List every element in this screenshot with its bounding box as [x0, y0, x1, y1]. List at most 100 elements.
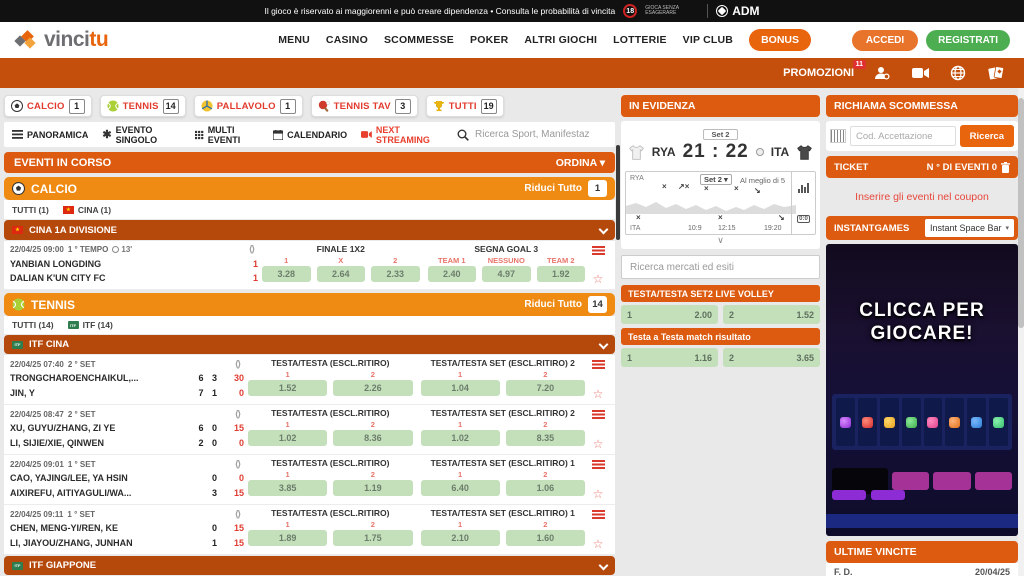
- odd-button[interactable]: 2.40: [428, 266, 477, 282]
- accedi-button[interactable]: ACCEDI: [852, 30, 918, 51]
- odd-button[interactable]: 1.75: [333, 530, 412, 546]
- odd-button[interactable]: 1.92: [537, 266, 586, 282]
- games-cards-icon[interactable]: [986, 65, 1006, 81]
- outcome-button[interactable]: 23.65: [723, 348, 820, 367]
- odd-button[interactable]: 2.33: [371, 266, 420, 282]
- tab-calcio[interactable]: CALCIO 1: [4, 95, 92, 117]
- tab-tennis[interactable]: TENNIS 14: [100, 95, 186, 117]
- favorite-star-icon[interactable]: ☆: [593, 438, 604, 450]
- league-itf-giappone[interactable]: ITF ITF GIAPPONE: [4, 556, 615, 575]
- legal-topbar: Il gioco è riservato ai maggiorenni e pu…: [0, 0, 1024, 22]
- odd-button[interactable]: 7.20: [506, 380, 585, 396]
- promozioni-link[interactable]: PROMOZIONI 11: [783, 67, 854, 79]
- user-settings-icon[interactable]: [872, 65, 892, 81]
- page-scrollbar[interactable]: [1018, 88, 1024, 576]
- tab-pallavolo[interactable]: PALLAVOLO 1: [194, 95, 303, 117]
- video-icon[interactable]: [910, 65, 930, 81]
- nav-scommesse[interactable]: SCOMMESSE: [384, 34, 454, 46]
- league-cina-1a-divisione[interactable]: ★ CINA 1A DIVISIONE: [4, 220, 615, 240]
- nav-menu[interactable]: MENU: [278, 34, 310, 46]
- subnav-evento-singolo[interactable]: ✱ EVENTO SINGOLO: [102, 125, 181, 145]
- nav-casino[interactable]: CASINO: [326, 34, 368, 46]
- list-icon: [12, 130, 23, 139]
- left-column-scrollbar[interactable]: [616, 145, 620, 240]
- favorite-star-icon[interactable]: ☆: [593, 388, 604, 400]
- instantgame-banner[interactable]: CLICCA PER GIOCARE!: [826, 244, 1018, 536]
- riduci-tutto-tennis[interactable]: Riduci Tutto: [524, 299, 582, 310]
- all-markets-icon[interactable]: [592, 360, 605, 370]
- nav-altri-giochi[interactable]: ALTRI GIOCHI: [524, 34, 597, 46]
- instantgames-bar: INSTANTGAMES Instant Space Bar▾: [826, 216, 1018, 240]
- odd-button[interactable]: 2.64: [317, 266, 366, 282]
- tab-count: 14: [163, 99, 179, 114]
- league-itf-cina[interactable]: ITF ITF CINA: [4, 335, 615, 354]
- market-search-input[interactable]: [621, 255, 820, 279]
- sport-search-input[interactable]: [475, 129, 607, 140]
- stream-icon[interactable]: ⟨⟩: [235, 459, 240, 470]
- subnav-panoramica[interactable]: PANORAMICA: [12, 130, 88, 140]
- odd-button[interactable]: 1.52: [248, 380, 327, 396]
- outcome-button[interactable]: 21.52: [723, 305, 820, 324]
- market-header-match: Testa a Testa match risultato: [621, 328, 820, 345]
- odd-button[interactable]: 1.02: [421, 430, 500, 446]
- filter-tutti-calcio[interactable]: TUTTI (1): [12, 205, 49, 215]
- odd-button[interactable]: 3.28: [262, 266, 311, 282]
- subnav-calendario[interactable]: CALENDARIO: [273, 130, 347, 140]
- nav-poker[interactable]: POKER: [470, 34, 508, 46]
- nav-vip-club[interactable]: VIP CLUB: [683, 34, 733, 46]
- instantgame-select[interactable]: Instant Space Bar▾: [925, 219, 1014, 237]
- odd-button[interactable]: 3.85: [248, 480, 327, 496]
- calcio-section-header[interactable]: CALCIO Riduci Tutto 1: [4, 177, 615, 200]
- stream-icon[interactable]: ⟨⟩: [235, 409, 240, 420]
- filter-cina[interactable]: ★ CINA (1): [63, 205, 111, 215]
- outcome-button[interactable]: 12.00: [621, 305, 718, 324]
- ricerca-button[interactable]: Ricerca: [960, 125, 1014, 147]
- all-markets-icon[interactable]: [592, 510, 605, 520]
- market-header-set2: TESTA/TESTA SET2 LIVE VOLLEY: [621, 285, 820, 302]
- trash-icon[interactable]: [1001, 162, 1010, 173]
- all-markets-icon[interactable]: [592, 460, 605, 470]
- odd-button[interactable]: 1.06: [506, 480, 585, 496]
- vincitu-logo[interactable]: vincitu: [14, 28, 108, 52]
- favorite-star-icon[interactable]: ☆: [593, 273, 604, 285]
- outcome-button[interactable]: 11.16: [621, 348, 718, 367]
- tab-tutti[interactable]: TUTTI 19: [426, 95, 504, 117]
- filter-tutti-tennis[interactable]: TUTTI (14): [12, 320, 54, 330]
- odd-button[interactable]: 1.60: [506, 530, 585, 546]
- expand-chevron-icon[interactable]: ∨: [625, 235, 816, 247]
- all-markets-icon[interactable]: [592, 410, 605, 420]
- favorite-star-icon[interactable]: ☆: [593, 488, 604, 500]
- home-abbr: RYA: [652, 145, 676, 159]
- odd-button[interactable]: 6.40: [421, 480, 500, 496]
- odd-button[interactable]: 1.89: [248, 530, 327, 546]
- filter-itf[interactable]: ITF ITF (14): [68, 320, 113, 330]
- odd-button[interactable]: 1.02: [248, 430, 327, 446]
- nav-lotterie[interactable]: LOTTERIE: [613, 34, 667, 46]
- stats-bars-icon[interactable]: [798, 183, 809, 193]
- stream-icon[interactable]: ⟨⟩: [235, 509, 240, 520]
- all-markets-icon[interactable]: [592, 246, 605, 256]
- favorite-star-icon[interactable]: ☆: [593, 538, 604, 550]
- filter-label: ITF (14): [83, 320, 113, 330]
- odd-button[interactable]: 1.04: [421, 380, 500, 396]
- time-label: 10:9: [688, 225, 702, 232]
- stream-icon[interactable]: ⟨⟩: [249, 244, 254, 255]
- stream-icon[interactable]: ⟨⟩: [235, 359, 240, 370]
- odd-button[interactable]: 8.35: [506, 430, 585, 446]
- nav-bonus-button[interactable]: BONUS: [749, 29, 811, 51]
- odd-button[interactable]: 8.36: [333, 430, 412, 446]
- odd-button[interactable]: 2.26: [333, 380, 412, 396]
- subnav-multi-eventi[interactable]: MULTI EVENTI: [195, 125, 259, 145]
- registrati-button[interactable]: REGISTRATI: [926, 30, 1010, 51]
- winner-initials: F. D.: [834, 567, 853, 576]
- riduci-tutto-calcio[interactable]: Riduci Tutto: [524, 183, 582, 194]
- odd-button[interactable]: 4.97: [482, 266, 531, 282]
- codice-accettazione-input[interactable]: [850, 126, 956, 146]
- ordina-dropdown[interactable]: ORDINA ▾: [556, 157, 605, 169]
- tennis-section-header[interactable]: TENNIS Riduci Tutto 14: [4, 293, 615, 316]
- subnav-next-streaming[interactable]: NEXT STREAMING: [361, 125, 443, 145]
- odd-button[interactable]: 2.10: [421, 530, 500, 546]
- tab-tennis-tavolo[interactable]: TENNIS TAV 3: [311, 95, 418, 117]
- globe-icon[interactable]: [948, 65, 968, 81]
- odd-button[interactable]: 1.19: [333, 480, 412, 496]
